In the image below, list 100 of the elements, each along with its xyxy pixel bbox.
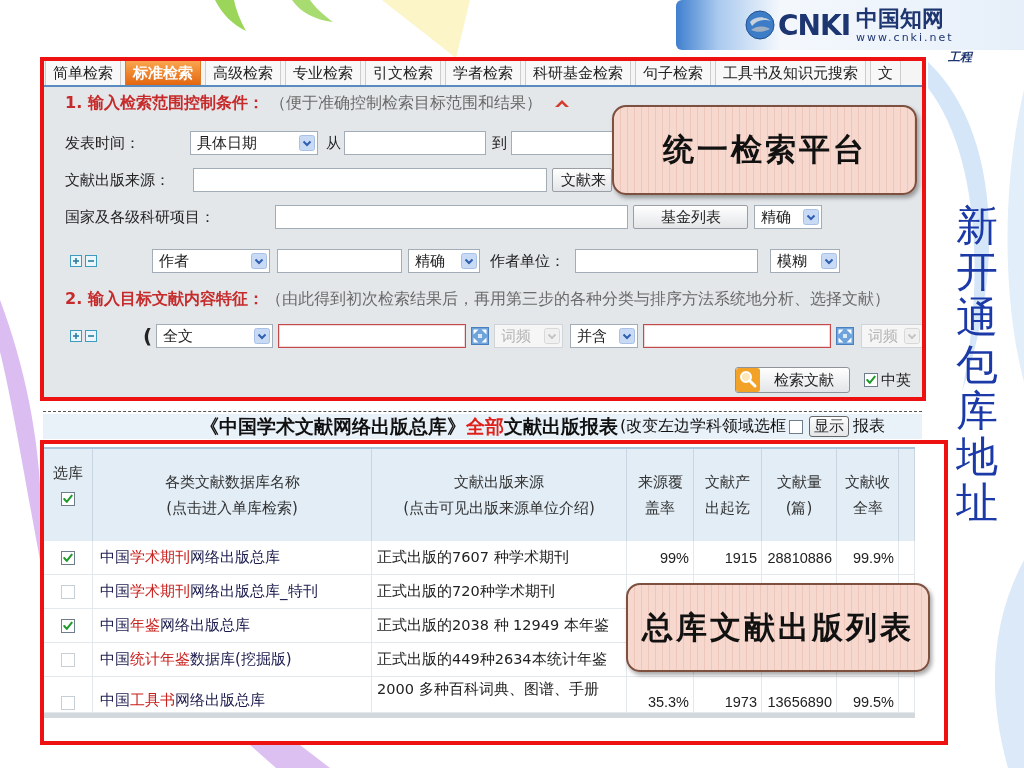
table-cell: 1973	[724, 694, 757, 710]
checkbox[interactable]	[60, 584, 75, 599]
checkbox[interactable]	[60, 550, 75, 565]
report-tail-text: 报表	[853, 416, 886, 437]
source-button[interactable]: 文献来	[552, 168, 612, 192]
expand-icon[interactable]	[471, 327, 490, 345]
keyword-field[interactable]	[278, 324, 467, 348]
checkmark-icon	[62, 552, 73, 563]
table-cell: 13656890	[767, 694, 832, 710]
column-header: 文献收全率	[844, 471, 891, 519]
author-field[interactable]	[277, 249, 402, 273]
section-heading: 1. 输入检索范围控制条件：	[65, 92, 264, 114]
checkbox[interactable]	[789, 419, 804, 434]
table-cell: 1915	[724, 549, 757, 566]
expand-icon[interactable]	[836, 327, 855, 345]
chevron-up-icon[interactable]	[553, 97, 570, 109]
checkbox[interactable]	[60, 618, 75, 633]
match-dropdown[interactable]: 模糊	[770, 249, 840, 273]
minus-icon[interactable]	[85, 255, 97, 267]
date-type-dropdown[interactable]: 具体日期	[190, 131, 318, 155]
plus-icon[interactable]	[70, 330, 82, 342]
logo-name: 中国知网	[856, 7, 946, 29]
show-button[interactable]: 显示	[809, 416, 850, 437]
field-label: 从	[326, 133, 341, 153]
fund-list-button[interactable]: 基金列表	[633, 205, 748, 229]
source-link[interactable]: 正式出版的2038 种 12949 本年鉴	[372, 616, 609, 635]
caret-icon	[803, 209, 819, 225]
tab[interactable]: 文	[870, 60, 901, 85]
open-paren: (	[143, 324, 153, 348]
table-cell: 99.5%	[852, 694, 894, 710]
checkbox[interactable]	[60, 492, 75, 506]
field-dropdown[interactable]: 全文	[156, 324, 274, 348]
horizontal-scrollbar[interactable]	[43, 713, 915, 718]
tab[interactable]: 句子检索	[635, 60, 711, 85]
field-label: 国家及各级科研项目：	[65, 207, 216, 227]
checkbox[interactable]	[60, 696, 75, 710]
search-button[interactable]: 检索文献	[735, 367, 850, 393]
logo-mark: CNKI	[778, 8, 851, 42]
checkmark-icon	[866, 375, 876, 385]
minus-icon[interactable]	[85, 330, 97, 342]
report-title: 《中国学术文献网络出版总库》全部文献出版报表	[200, 413, 618, 439]
callout: 统一检索平台	[612, 105, 917, 195]
table-cell: 28810886	[767, 549, 832, 566]
tab[interactable]: 科研基金检索	[525, 60, 631, 85]
field-label: 文献出版来源：	[65, 170, 171, 190]
caret-icon	[299, 135, 315, 151]
table-cell: 99.9%	[852, 549, 894, 566]
swoosh-drawing	[215, 0, 246, 31]
tab[interactable]: 学者检索	[445, 60, 521, 85]
date-from-field[interactable]	[344, 131, 486, 155]
caret-icon	[904, 328, 921, 344]
tab[interactable]: 引文检索	[365, 60, 441, 85]
date-to-field[interactable]	[511, 131, 614, 155]
table-cell: 99%	[659, 549, 689, 566]
table-cell: 35.3%	[647, 694, 689, 710]
report-note: (改变左边学科领域选框	[620, 416, 787, 437]
match-dropdown[interactable]: 精确	[754, 205, 822, 229]
caret-icon	[461, 253, 477, 269]
source-link[interactable]: 正式出版的7607 种学术期刊	[372, 548, 569, 567]
caret-icon	[544, 328, 561, 344]
logo-tagline: 工程	[947, 50, 974, 64]
match-dropdown[interactable]: 精确	[408, 249, 480, 273]
tab[interactable]: 工具书及知识元搜索	[715, 60, 866, 85]
database-link[interactable]: 中国学术期刊网络出版总库_特刊	[93, 582, 318, 601]
checkmark-icon	[62, 494, 73, 504]
caret-icon	[254, 328, 271, 344]
database-link[interactable]: 中国学术期刊网络出版总库	[93, 548, 280, 567]
checkbox[interactable]	[864, 373, 878, 387]
source-link[interactable]: 2000 多种百科词典、图谱、手册	[372, 680, 599, 699]
section-hint: （便于准确控制检索目标范围和结果）	[269, 92, 542, 114]
source-field[interactable]	[193, 168, 547, 192]
author-unit-field[interactable]	[575, 249, 758, 273]
field-label: 中英	[881, 370, 911, 390]
fund-field[interactable]	[275, 205, 628, 229]
side-title: 新开通包库地址	[956, 203, 998, 527]
search-icon	[736, 368, 760, 392]
tab[interactable]: 高级检索	[205, 60, 281, 85]
tab[interactable]: 专业检索	[285, 60, 361, 85]
logo-url: www.cnki.net	[856, 32, 954, 43]
caret-icon	[821, 253, 837, 269]
relation-dropdown[interactable]: 并含	[570, 324, 639, 348]
tab[interactable]: 简单检索	[45, 60, 121, 85]
section-hint: （由此得到初次检索结果后，再用第三步的各种分类与排序方法系统地分析、选择文献）	[265, 288, 890, 310]
database-link[interactable]: 中国工具书网络出版总库	[93, 691, 265, 710]
source-link[interactable]: 正式出版的449种2634本统计年鉴	[372, 650, 607, 669]
callout: 总库文献出版列表	[626, 583, 930, 672]
plus-icon[interactable]	[70, 255, 82, 267]
keyword-field[interactable]	[643, 324, 832, 348]
database-link[interactable]: 中国统计年鉴数据库(挖掘版)	[93, 650, 292, 669]
column-header: 选库	[52, 463, 83, 484]
section-heading: 2. 输入目标文献内容特征：	[65, 288, 264, 310]
source-link[interactable]: 正式出版的720种学术期刊	[372, 582, 555, 601]
swoosh-drawing	[292, 0, 333, 22]
field-label: 到	[492, 133, 507, 153]
field-label: 作者单位：	[490, 251, 565, 271]
checkbox[interactable]	[60, 652, 75, 667]
globe-icon	[745, 10, 775, 40]
field-label: 发表时间：	[65, 133, 141, 153]
database-link[interactable]: 中国年鉴网络出版总库	[93, 616, 250, 635]
field-dropdown[interactable]: 作者	[152, 249, 270, 273]
